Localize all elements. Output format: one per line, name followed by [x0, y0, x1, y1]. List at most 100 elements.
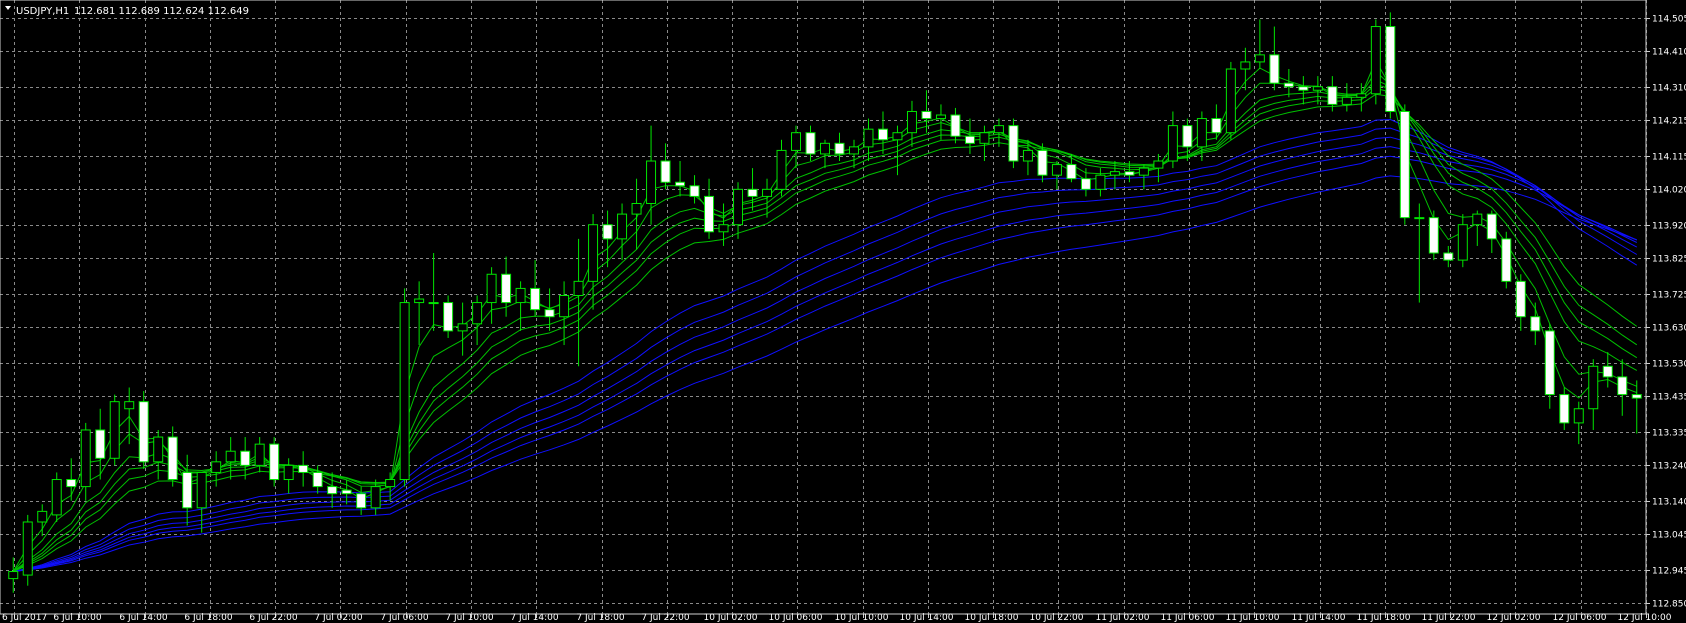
candle-body-bull — [1472, 213, 1483, 226]
time-tick-label: 7 Jul 06:00 — [380, 613, 429, 623]
price-tick-label: 113.335 — [1652, 429, 1686, 439]
candle-body-bear — [66, 479, 77, 488]
price-tick-label: 112.945 — [1652, 567, 1686, 577]
candle-body-bull — [993, 125, 1004, 134]
time-tick-label: 10 Jul 10:00 — [835, 613, 889, 623]
time-tick-label: 7 Jul 22:00 — [641, 613, 690, 623]
price-tick-label: 114.410 — [1652, 48, 1686, 58]
time-tick-label: 11 Jul 22:00 — [1422, 613, 1476, 623]
symbol-label: USDJPY,H1 — [16, 6, 69, 17]
price-tick-label: 113.140 — [1652, 498, 1686, 508]
candle-body-bull — [646, 160, 657, 204]
candle-body-bear — [1298, 86, 1309, 91]
time-tick-label: 7 Jul 14:00 — [510, 613, 559, 623]
time-tick-label: 12 Jul 06:00 — [1553, 613, 1607, 623]
candle-body-bull — [211, 461, 222, 473]
candle-body-bear — [1530, 316, 1541, 332]
candle-body-bull — [8, 571, 19, 580]
time-tick-label: 12 Jul 02:00 — [1487, 613, 1541, 623]
candle-body-bull — [848, 146, 859, 155]
candle-body-bear — [964, 135, 975, 144]
candle-body-bull — [1167, 125, 1178, 162]
price-tick-label: 113.725 — [1652, 291, 1686, 301]
candle-body-bull — [472, 302, 483, 325]
price-chart[interactable]: 114.505 114.410 114.310 114.215 114.115 114.0… — [0, 0, 1686, 623]
candle-body-bull — [1153, 160, 1164, 169]
candle-body-bull — [283, 464, 294, 481]
candle-body-bull — [1414, 217, 1425, 220]
candle-body-bull — [1370, 26, 1381, 95]
candle-body-bull — [414, 298, 425, 304]
candle-body-bear — [1037, 149, 1048, 176]
candle-body-bear — [1399, 110, 1410, 219]
candle-body-bear — [1385, 26, 1396, 112]
time-tick-label: 10 Jul 18:00 — [965, 613, 1019, 623]
candle-body-bull — [51, 479, 62, 516]
candle-body-bull — [1240, 61, 1251, 70]
candle-body-bear — [950, 114, 961, 137]
candle-body-bull — [515, 287, 526, 304]
time-tick-label: 11 Jul 06:00 — [1161, 613, 1215, 623]
candle-body-bull — [588, 224, 599, 282]
candle-body-bull — [863, 128, 874, 148]
candle-body-bull — [1225, 68, 1236, 134]
candle-body-bull — [1022, 149, 1033, 162]
time-tick-label: 12 Jul 10:00 — [1618, 613, 1672, 623]
time-tick-label: 11 Jul 14:00 — [1292, 613, 1346, 623]
time-tick-label: 10 Jul 06:00 — [769, 613, 823, 623]
candle-body-bear — [1080, 178, 1091, 190]
candle-body-bull — [196, 471, 207, 509]
candle-body-bull — [124, 401, 135, 410]
candle-body-bear — [1428, 217, 1439, 254]
candle-body-bear — [602, 224, 613, 240]
candle-body-bear — [689, 185, 700, 197]
candle-body-bull — [428, 302, 439, 305]
symbol-header[interactable]: USDJPY,H1 112.681 112.689 112.624 112.64… — [5, 6, 249, 17]
time-tick-label: 11 Jul 18:00 — [1357, 613, 1411, 623]
candle-body-bull — [791, 132, 802, 151]
candle-body-bull — [457, 323, 468, 332]
candle-body-bull — [733, 188, 744, 226]
candle-body-bull — [37, 510, 48, 523]
candle-body-bull — [1341, 96, 1352, 105]
time-axis: 6 Jul 2017 6 Jul 10:00 6 Jul 14:00 6 Jul 18… — [2, 613, 1672, 623]
candle-body-bear — [167, 436, 178, 481]
candle-body-bear — [182, 471, 193, 509]
candle-body-bear — [675, 181, 686, 187]
candle-body-bear — [834, 142, 845, 155]
price-tick-label: 114.020 — [1652, 186, 1686, 196]
candle-body-bear — [1486, 213, 1497, 240]
price-tick-label: 112.850 — [1652, 600, 1686, 610]
time-tick-label: 11 Jul 10:00 — [1226, 613, 1280, 623]
candle-body-bear — [240, 450, 251, 466]
candle-body-bull — [1095, 174, 1106, 190]
time-tick-label: 6 Jul 10:00 — [53, 613, 102, 623]
candle-body-bull — [935, 114, 946, 120]
candle-body-bear — [341, 489, 352, 495]
candle-body-bull — [486, 273, 497, 304]
candle-body-bull — [776, 149, 787, 190]
candle-body-bear — [95, 429, 106, 459]
time-tick-label: 6 Jul 14:00 — [119, 613, 168, 623]
candle-body-bull — [1109, 171, 1120, 176]
time-tick-label: 7 Jul 10:00 — [445, 613, 494, 623]
candle-body-bull — [225, 450, 236, 463]
candle-body-bear — [1544, 330, 1555, 396]
candle-body-bear — [1602, 365, 1613, 378]
chart-background — [0, 0, 1686, 623]
candle-body-bear — [704, 195, 715, 233]
candle-body-bull — [617, 213, 628, 240]
candle-body-bull — [1254, 54, 1265, 63]
price-tick-label: 113.045 — [1652, 531, 1686, 541]
time-tick-label: 7 Jul 02:00 — [314, 613, 363, 623]
time-tick-label: 10 Jul 02:00 — [704, 613, 758, 623]
candle-body-bull — [385, 479, 396, 488]
candle-body-bull — [370, 486, 381, 509]
candle-body-bear — [544, 309, 555, 318]
price-tick-label: 113.530 — [1652, 360, 1686, 370]
candle-body-bull — [979, 132, 990, 144]
time-tick-label: 6 Jul 18:00 — [184, 613, 233, 623]
candle-body-bear — [1182, 125, 1193, 148]
candle-body-bear — [443, 302, 454, 332]
time-tick-label: 6 Jul 22:00 — [249, 613, 298, 623]
